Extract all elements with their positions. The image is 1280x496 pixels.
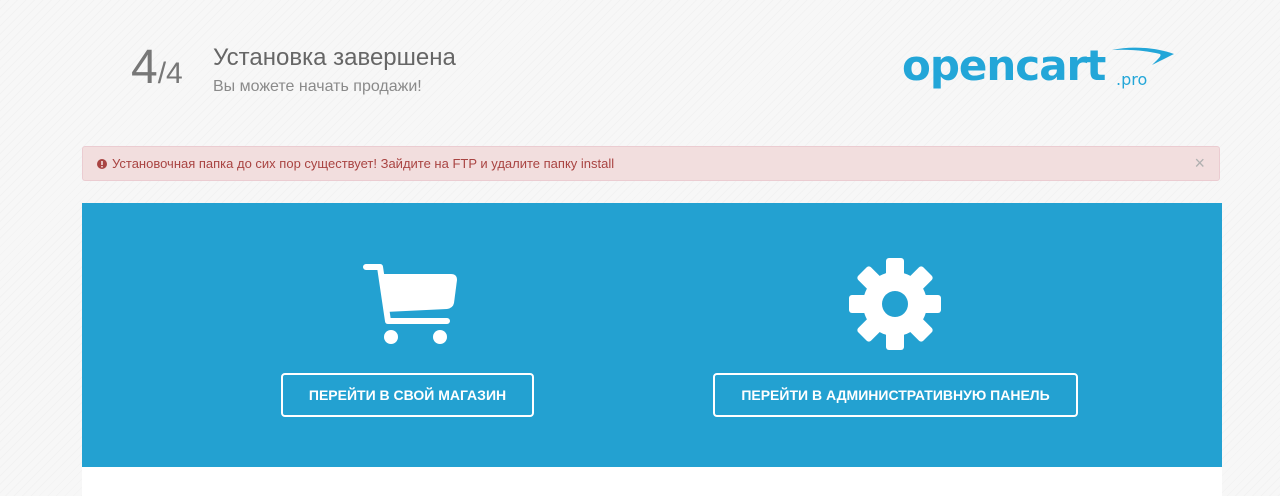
go-to-admin-panel-button[interactable]: ПЕРЕЙТИ В АДМИНИСТРАТИВНУЮ ПАНЕЛЬ [713,373,1078,417]
gear-icon [849,258,941,350]
step-indicator: 4/4 [131,44,183,92]
alert-warning: Установочная папка до сих пор существует… [82,146,1220,181]
opencart-logo[interactable]: opencart .pro [902,40,1177,100]
logo-suffix: .pro [1116,70,1148,89]
shopping-cart-icon [363,264,457,344]
go-to-store-button[interactable]: ПЕРЕЙТИ В СВОЙ МАГАЗИН [281,373,534,417]
page-title: Установка завершена [213,44,456,71]
alert-close-button[interactable]: × [1194,154,1205,172]
step-separator: / [157,57,167,90]
alert-text: Установочная папка до сих пор существует… [112,156,615,171]
logo-wordmark: opencart [902,41,1106,90]
logo-swoosh-icon [1112,47,1174,65]
step-current: 4 [131,41,158,94]
exclamation-circle-icon [97,159,107,169]
content-area [82,467,1222,496]
step-total: 4 [166,57,183,90]
header: 4/4 Установка завершена Вы можете начать… [0,0,1280,130]
header-titles: Установка завершена Вы можете начать про… [213,44,456,97]
page-subtitle: Вы можете начать продажи! [213,78,422,95]
finish-panel: ПЕРЕЙТИ В СВОЙ МАГАЗИН ПЕРЕЙТИ В АДМИНИС… [82,203,1222,467]
